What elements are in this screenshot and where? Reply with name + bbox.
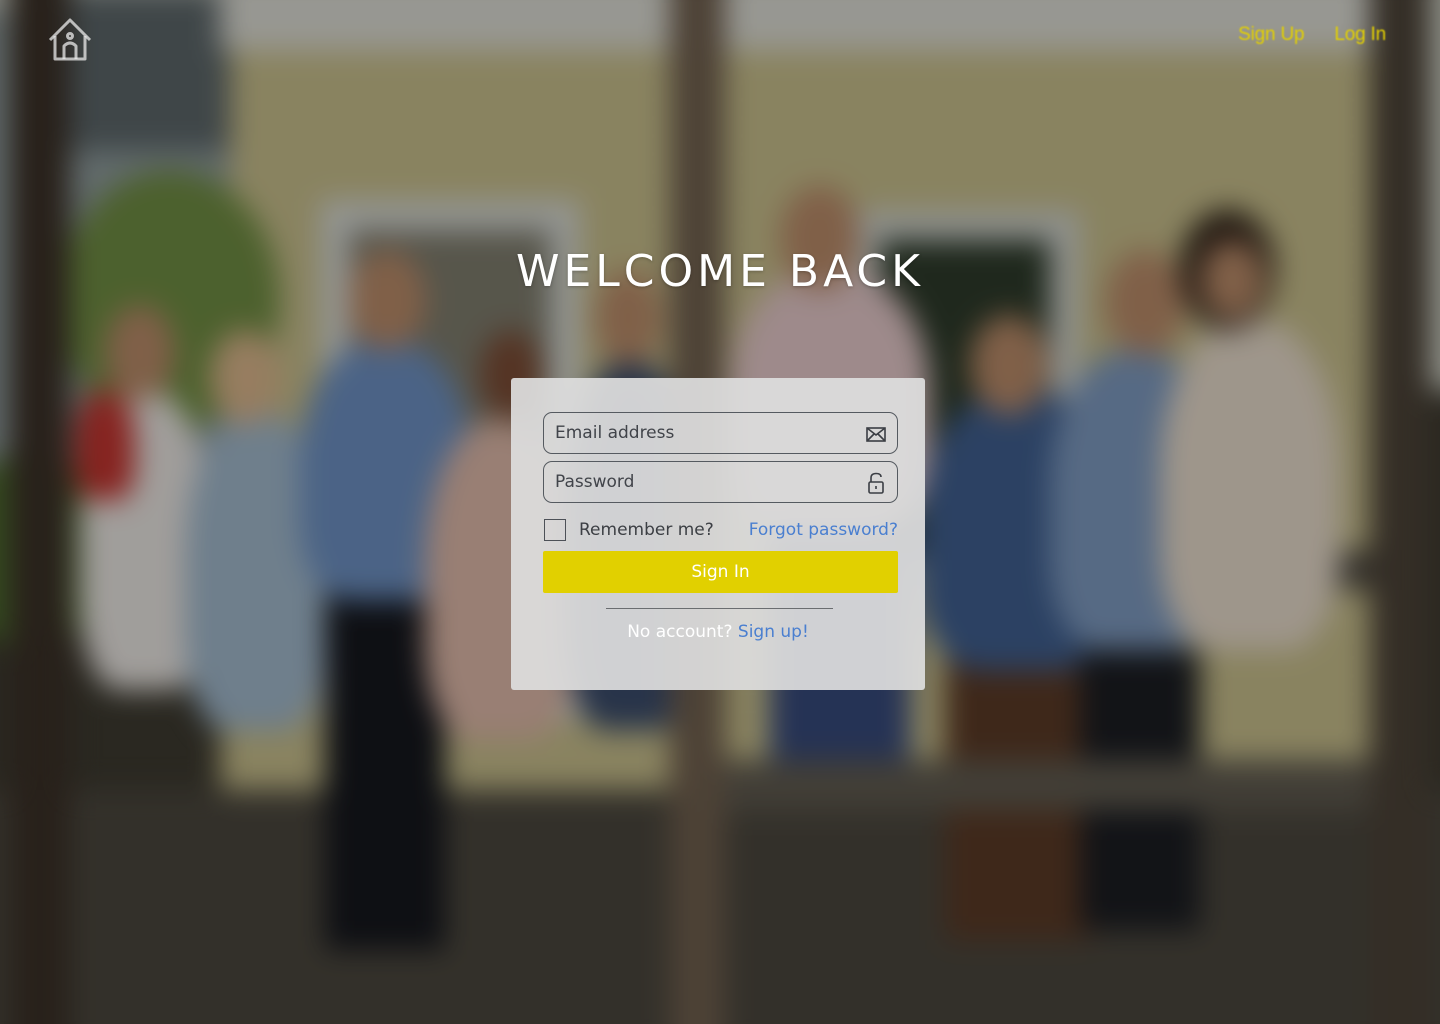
house-icon[interactable]: [46, 16, 94, 64]
forgot-password-link[interactable]: Forgot password?: [749, 520, 898, 540]
email-field-wrapper: [543, 412, 898, 454]
email-input[interactable]: [544, 413, 897, 453]
top-nav: Sign Up Log In: [1238, 24, 1386, 46]
password-field-wrapper: [543, 461, 898, 503]
login-card: Remember me? Forgot password? Sign In No…: [511, 378, 925, 690]
sign-in-button[interactable]: Sign In: [543, 551, 898, 593]
remember-me-label[interactable]: Remember me?: [579, 520, 714, 540]
page-title: WELCOME BACK: [515, 246, 924, 297]
nav-signup-link[interactable]: Sign Up: [1238, 24, 1304, 46]
unlocked-padlock-icon: [868, 472, 884, 494]
divider: [606, 608, 833, 609]
no-account-row: No account? Sign up!: [511, 622, 925, 642]
remember-row: Remember me? Forgot password?: [543, 518, 898, 542]
sign-up-link[interactable]: Sign up!: [738, 622, 809, 642]
password-input[interactable]: [544, 462, 897, 502]
remember-me-checkbox[interactable]: [544, 519, 566, 541]
envelope-icon: [866, 427, 886, 442]
nav-login-link[interactable]: Log In: [1334, 24, 1386, 46]
no-account-text: No account?: [627, 622, 733, 642]
